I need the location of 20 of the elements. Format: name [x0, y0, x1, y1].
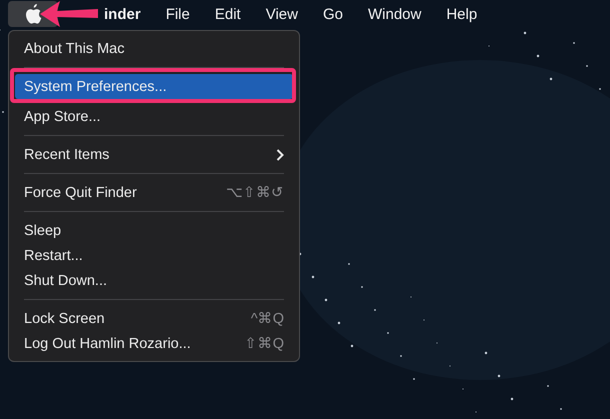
menu-item[interactable]: Sleep	[15, 218, 293, 243]
menu-bar-item[interactable]: inder	[104, 6, 141, 22]
pointer-arrow	[40, 1, 98, 27]
menu-bar-item[interactable]: File	[166, 6, 190, 22]
menu-item[interactable]: Lock Screen ^⌘Q	[15, 306, 293, 331]
menu-item[interactable]: Force Quit Finder ⌥⇧⌘↺	[15, 180, 293, 205]
menu-bar-item[interactable]: Help	[446, 6, 478, 22]
menu-bar-item[interactable]: Window	[368, 6, 422, 22]
menu-item[interactable]: App Store...	[15, 104, 293, 129]
menu-item[interactable]: About This Mac	[15, 36, 293, 61]
menu-bar-item[interactable]: Edit	[214, 6, 241, 22]
menu-item[interactable]: System Preferences...	[15, 74, 293, 99]
menu-bar-item[interactable]: Go	[322, 6, 343, 22]
menu-item[interactable]: Restart...	[15, 243, 293, 268]
apple-icon	[24, 4, 42, 24]
menu-item[interactable]: Log Out Hamlin Rozario... ⇧⌘Q	[15, 331, 293, 356]
menu-bar-item[interactable]: View	[266, 6, 298, 22]
menu-item[interactable]: Recent Items	[15, 142, 293, 167]
chevron-right-icon	[276, 148, 284, 160]
menu-item[interactable]: Shut Down...	[15, 268, 293, 293]
